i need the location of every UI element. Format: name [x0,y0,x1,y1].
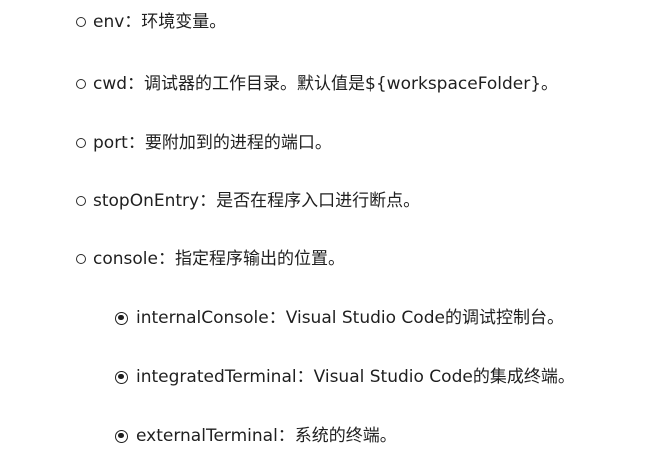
item-key: cwd [93,74,128,94]
item-description: 系统的终端。 [294,426,397,446]
hollow-bullet-icon [76,196,86,206]
item-separator: ： [277,426,295,446]
item-separator: ： [296,367,314,387]
item-description: 是否在程序入口进行断点。 [216,191,421,211]
filled-radio-bullet-icon [115,429,128,443]
filled-radio-bullet-icon [115,370,128,384]
sub-item-externalterminal: externalTerminal：系统的终端。 [115,425,397,447]
item-separator: ： [124,12,142,32]
item-description: 要附加到的进程的端口。 [144,133,332,153]
sub-item-integratedterminal: integratedTerminal： Visual Studio Code的集成… [115,366,575,388]
item-key: port [93,133,128,153]
item-key: stopOnEntry [93,191,200,211]
item-description: Visual Studio Code的集成终端。 [313,367,575,387]
sub-item-internalconsole: internalConsole： Visual Studio Code的调试控制台… [115,307,564,329]
list-item-cwd: cwd：调试器的工作目录。默认值是${workspaceFolder}。 [76,73,558,95]
list-item-stoponentry: stopOnEntry：是否在程序入口进行断点。 [76,190,420,212]
hollow-bullet-icon [76,254,86,264]
item-key: internalConsole [136,308,269,328]
hollow-bullet-icon [76,138,86,148]
item-key: externalTerminal [136,426,278,446]
hollow-bullet-icon [76,79,86,89]
item-key: integratedTerminal [136,367,297,387]
item-description: 环境变量。 [141,12,227,32]
item-separator: ： [157,249,175,269]
item-separator: ： [127,133,145,153]
item-key: console [93,249,158,269]
config-attributes-list: env：环境变量。 cwd：调试器的工作目录。默认值是${workspaceFo… [0,0,662,459]
item-description: 指定程序输出的位置。 [174,249,345,269]
list-item-env: env：环境变量。 [76,11,226,33]
list-item-console: console：指定程序输出的位置。 [76,248,345,270]
item-key: env [93,12,125,32]
item-description: 调试器的工作目录。默认值是${workspaceFolder}。 [144,74,559,94]
list-item-port: port：要附加到的进程的端口。 [76,132,332,154]
item-description: Visual Studio Code的调试控制台。 [285,308,564,328]
item-separator: ： [127,74,145,94]
item-separator: ： [199,191,217,211]
item-separator: ： [268,308,286,328]
hollow-bullet-icon [76,17,86,27]
filled-radio-bullet-icon [115,311,128,325]
